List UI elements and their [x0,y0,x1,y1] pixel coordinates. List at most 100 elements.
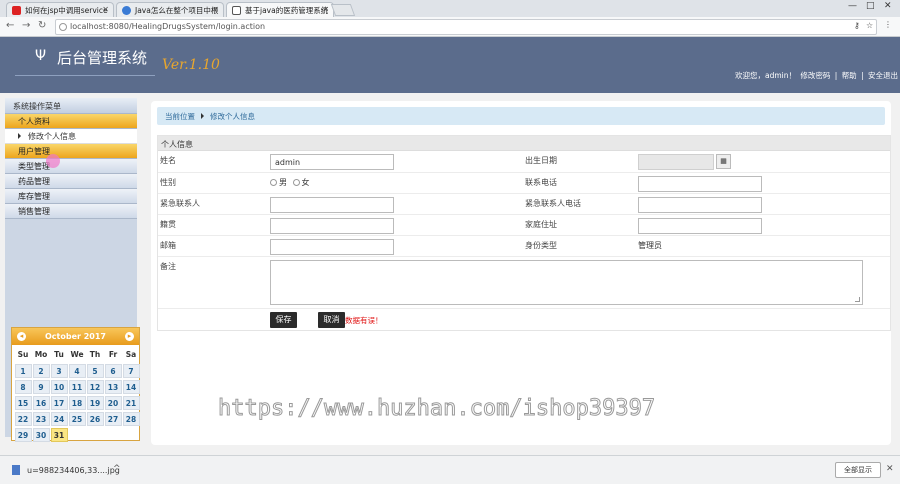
calendar-day[interactable]: 20 [104,396,122,410]
calendar-day[interactable]: 25 [68,412,86,426]
gender-male-label: 男 [279,178,287,187]
sidebar-item-stock-management[interactable]: 库存管理 [5,189,137,204]
birth-date-input[interactable] [638,154,714,170]
role-value: 管理员 [638,241,662,250]
calendar-day[interactable]: 3 [50,364,68,378]
name-input[interactable]: admin [270,154,394,170]
calendar-day[interactable]: 1 [14,364,32,378]
calendar-weekday: Fr [108,350,118,359]
new-tab-button[interactable] [330,4,356,16]
bookmark-star-icon[interactable]: ☆ [866,21,873,30]
menu-icon[interactable]: ⋮ [884,20,892,29]
cancel-button[interactable]: 取消 [318,312,345,328]
calendar-day[interactable]: 30 [32,428,50,442]
sidebar-item-drug-management[interactable]: 药品管理 [5,174,137,189]
resize-handle-icon[interactable] [855,297,860,302]
next-month-icon[interactable]: ▸ [125,332,134,341]
calendar-day[interactable]: 10 [50,380,68,394]
close-tab-icon[interactable]: ✕ [102,5,109,14]
calendar-day[interactable]: 28 [122,412,140,426]
sidebar-item-personal-info[interactable]: 个人资料 [5,114,137,129]
forward-arrow-icon[interactable]: → [22,20,30,31]
calendar-day[interactable]: 19 [86,396,104,410]
calendar-month: October 2017 [44,332,106,341]
calendar-weekday: Su [17,350,29,359]
calendar-day[interactable]: 12 [86,380,104,394]
tab-label: 如何在jsp中调用service [25,6,108,15]
download-file-name[interactable]: u=988234406,33....jpg [27,466,120,475]
chevron-up-icon[interactable]: ^ [113,464,121,474]
role-label: 身份类型 [525,241,557,250]
back-arrow-icon[interactable]: ← [6,20,14,31]
calendar-empty-cell [68,428,86,442]
calendar-day[interactable]: 23 [32,412,50,426]
watermark-text: https://www.huzhan.com/ishop39397 [217,396,656,422]
calendar-day[interactable]: 9 [32,380,50,394]
calendar-day-today[interactable]: 31 [50,428,68,442]
maximize-icon[interactable]: □ [866,1,875,11]
home-address-input[interactable] [638,218,762,234]
calendar-day[interactable]: 8 [14,380,32,394]
close-tab-icon[interactable]: ✕ [212,5,219,14]
gender-male-radio[interactable] [270,179,277,186]
key-icon[interactable]: ⚷ [854,21,860,30]
prev-month-icon[interactable]: ◂ [17,332,26,341]
calendar-day[interactable]: 4 [68,364,86,378]
close-window-icon[interactable]: ✕ [884,1,892,11]
sidebar-item-user-management[interactable]: 用户管理 [5,144,137,159]
logo-icon: Ψ [35,48,47,64]
logout-link[interactable]: 安全退出 [868,71,898,80]
show-all-button[interactable]: 全部显示 [835,462,881,478]
version-label: Ver.1.10 [162,57,220,73]
calendar-day[interactable]: 27 [104,412,122,426]
phone-input[interactable] [638,176,762,192]
help-link[interactable]: 帮助 [842,71,857,80]
browser-tab-1[interactable]: 如何在jsp中调用service ✕ [6,2,114,17]
close-download-bar-icon[interactable]: ✕ [886,464,894,474]
page-info-icon[interactable] [59,23,67,31]
calendar-day[interactable]: 5 [86,364,104,378]
breadcrumb-root[interactable]: 当前位置 [165,112,195,121]
calendar-day[interactable]: 29 [14,428,32,442]
url-input[interactable]: localhost:8080/HealingDrugsSystem/login.… [55,19,877,35]
remark-textarea[interactable] [270,260,863,305]
calendar-day[interactable]: 26 [86,412,104,426]
welcome-text: 欢迎您，admin！ [734,71,796,80]
calendar-day[interactable]: 14 [122,380,140,394]
calendar-weekday: Mo [34,350,48,359]
browser-tab-3[interactable]: 基于java的医药管理系统 ✕ [226,2,334,17]
gender-female-radio[interactable] [292,179,300,186]
native-place-input[interactable] [270,218,394,234]
close-tab-icon[interactable]: ✕ [322,5,329,14]
email-input[interactable] [270,239,394,255]
change-password-link[interactable]: 修改密码 [800,71,830,80]
calendar-day[interactable]: 21 [122,396,140,410]
calendar-day[interactable]: 22 [14,412,32,426]
address-bar: ← → ↻ localhost:8080/HealingDrugsSystem/… [0,17,900,37]
app-header: Ψ 后台管理系统 Ver.1.10 欢迎您，admin！ 修改密码 | 帮助 |… [0,37,900,93]
save-button[interactable]: 保存 [270,312,297,328]
sidebar-item-type-management[interactable]: 类型管理 [5,159,137,174]
calendar-day[interactable]: 16 [32,396,50,410]
calendar-day[interactable]: 6 [104,364,122,378]
calendar-day[interactable]: 2 [32,364,50,378]
calendar-day[interactable]: 18 [68,396,86,410]
calendar-day[interactable]: 13 [104,380,122,394]
emergency-phone-input[interactable] [638,197,762,213]
calendar-week-row: 8 9 10 11 12 13 14 [14,380,140,396]
triangle-right-icon [18,133,21,139]
sidebar-item-edit-profile[interactable]: 修改个人信息 [5,129,137,144]
reload-icon[interactable]: ↻ [38,20,46,31]
emergency-contact-input[interactable] [270,197,394,213]
calendar-icon[interactable]: ▦ [716,154,731,169]
calendar-week-row: 22 23 24 25 26 27 28 [14,412,140,428]
calendar-day[interactable]: 7 [122,364,140,378]
calendar-day[interactable]: 11 [68,380,86,394]
calendar-grid: Su Mo Tu We Th Fr Sa 1 2 3 4 5 6 7 8 9 10 11 12 13 14 15 16 17 1… [14,348,140,444]
calendar-day[interactable]: 17 [50,396,68,410]
sidebar-item-sales-management[interactable]: 销售管理 [5,204,137,219]
calendar-day[interactable]: 15 [14,396,32,410]
minimize-icon[interactable]: — [848,1,857,11]
browser-tab-2[interactable]: Java怎么在整个项目中根 ✕ [116,2,224,17]
calendar-day[interactable]: 24 [50,412,68,426]
